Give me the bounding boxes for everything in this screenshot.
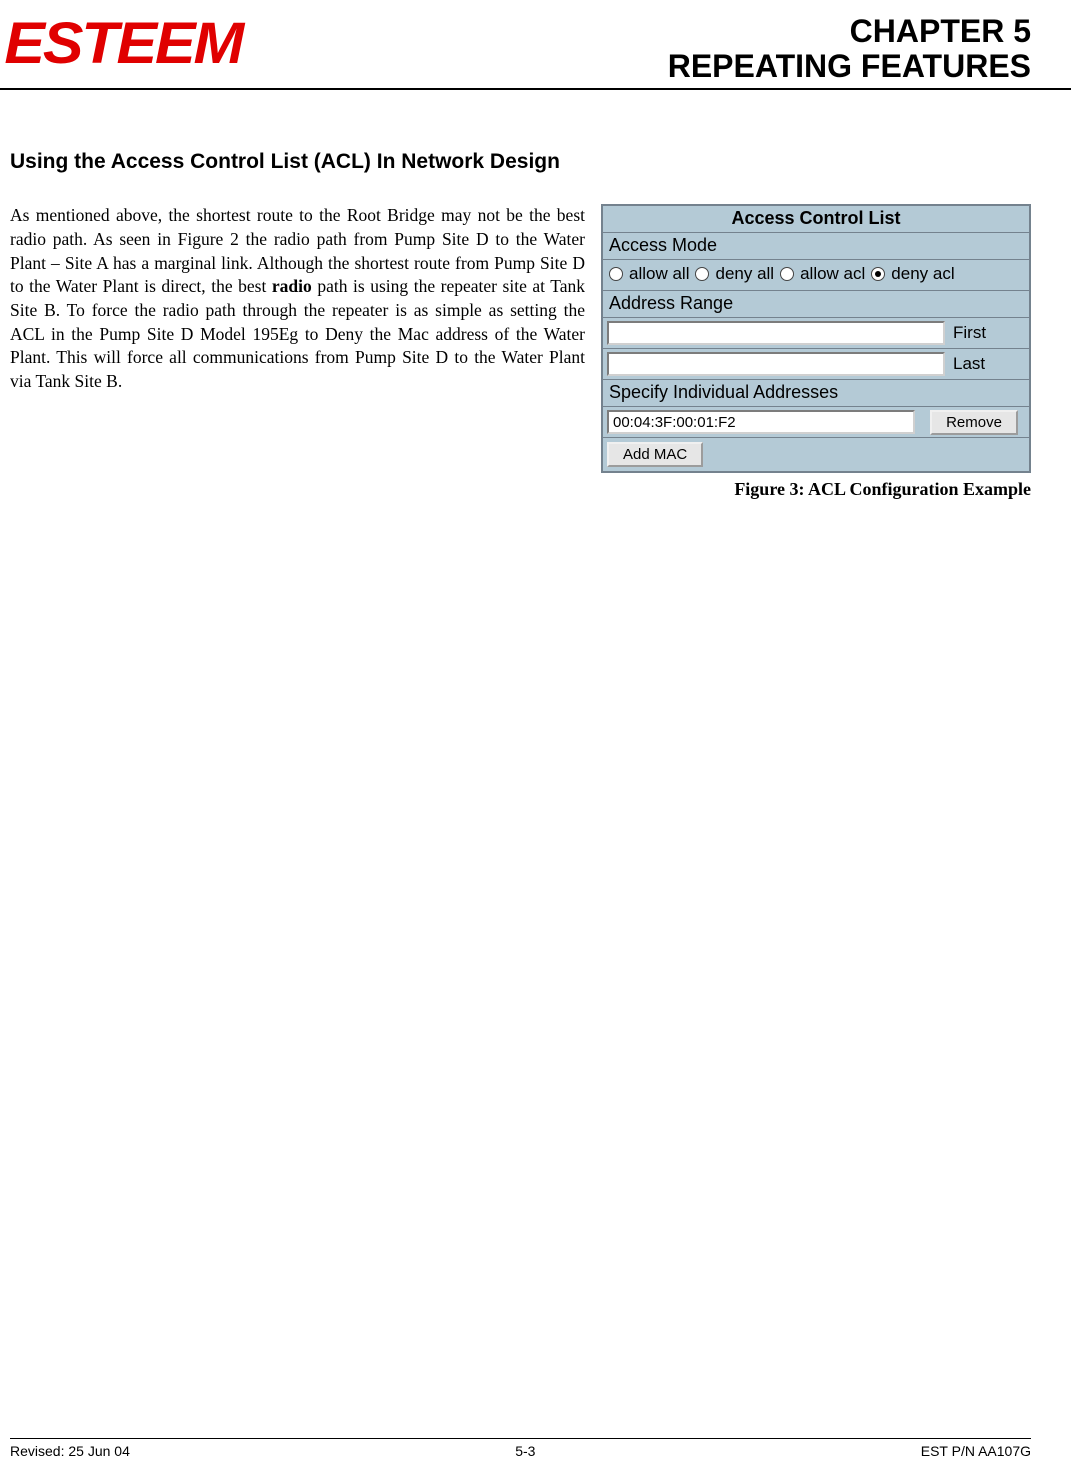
chapter-line-1: CHAPTER 5 [668,14,1031,49]
body-paragraph: As mentioned above, the shortest route t… [10,204,585,393]
radio-label-deny-acl: deny acl [891,264,954,284]
individual-address-row: Remove [603,407,1029,438]
first-label: First [949,318,1029,348]
mac-address-input[interactable] [607,410,915,434]
access-mode-label: Access Mode [603,233,1029,260]
radio-deny-all[interactable] [695,267,709,281]
footer-page: 5-3 [515,1443,535,1459]
acl-panel: Access Control List Access Mode allow al… [601,204,1031,473]
page-footer: Revised: 25 Jun 04 5-3 EST P/N AA107G [10,1438,1031,1459]
footer-revised: Revised: 25 Jun 04 [10,1443,130,1459]
figure-wrap: Access Control List Access Mode allow al… [601,204,1031,500]
content-area: Using the Access Control List (ACL) In N… [0,90,1071,520]
footer-pn: EST P/N AA107G [921,1443,1031,1459]
body-row: As mentioned above, the shortest route t… [10,204,1031,500]
radio-deny-acl[interactable] [871,267,885,281]
section-heading: Using the Access Control List (ACL) In N… [10,150,1031,174]
radio-allow-all[interactable] [609,267,623,281]
last-label: Last [949,349,1029,379]
chapter-line-2: REPEATING FEATURES [668,49,1031,84]
radio-label-allow-all: allow all [629,264,689,284]
access-mode-options: allow all deny all allow acl deny acl [603,260,1029,291]
radio-allow-acl[interactable] [780,267,794,281]
last-address-input[interactable] [607,352,945,376]
add-mac-row: Add MAC [603,438,1029,471]
page: ESTEEM CHAPTER 5 REPEATING FEATURES Usin… [0,0,1071,1479]
radio-label-deny-all: deny all [715,264,774,284]
para-bold: radio [272,276,312,296]
figure-caption: Figure 3: ACL Configuration Example [601,479,1031,500]
specify-addresses-label: Specify Individual Addresses [603,380,1029,407]
page-header: ESTEEM CHAPTER 5 REPEATING FEATURES [0,0,1071,90]
radio-label-allow-acl: allow acl [800,264,865,284]
last-address-row: Last [603,349,1029,380]
acl-panel-title: Access Control List [603,206,1029,233]
remove-cell: Remove [919,407,1029,437]
first-address-row: First [603,318,1029,349]
address-range-label: Address Range [603,291,1029,318]
add-mac-button[interactable]: Add MAC [607,442,703,467]
first-address-input[interactable] [607,321,945,345]
logo: ESTEEM [10,10,237,77]
remove-button[interactable]: Remove [930,410,1018,435]
logo-text: ESTEEM [4,10,242,77]
chapter-title: CHAPTER 5 REPEATING FEATURES [668,10,1031,84]
